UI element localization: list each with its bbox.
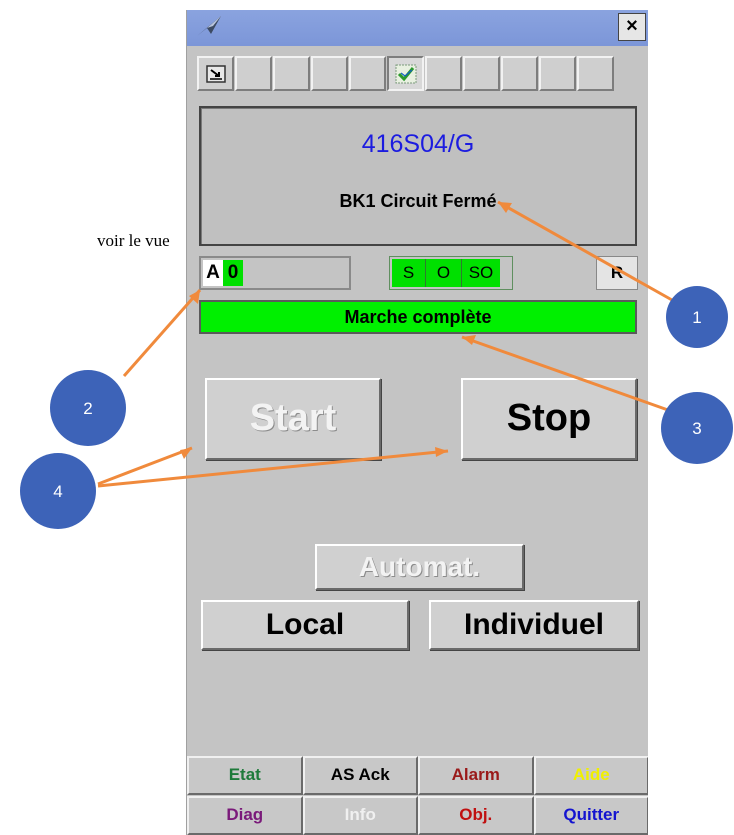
toolbar-button-5[interactable] (349, 56, 386, 91)
indicator-o: O (426, 259, 462, 287)
callout-circle-4 (20, 453, 96, 529)
document-text: voir le vue (97, 231, 170, 250)
toolbar-button-check[interactable] (387, 56, 424, 91)
reset-button[interactable]: R (596, 256, 638, 290)
toolbar-button-8[interactable] (463, 56, 500, 91)
indicator-so: SO (462, 259, 500, 287)
start-button[interactable]: Start (205, 378, 381, 460)
title-bar[interactable]: × (187, 10, 648, 46)
toolbar-button-11[interactable] (577, 56, 614, 91)
checkmark-icon (395, 64, 417, 84)
close-icon[interactable]: × (618, 13, 646, 41)
toolbar (197, 56, 646, 92)
toolbar-button-9[interactable] (501, 56, 538, 91)
bottom-button-grid: Etat AS Ack Alarm Aide Diag Info Obj. Qu… (187, 756, 648, 835)
callout-label-2: 2 (83, 399, 92, 418)
minimize-icon (206, 65, 226, 83)
callout-label-4: 4 (53, 482, 62, 501)
alarm-button[interactable]: Alarm (418, 756, 534, 795)
faceplate-window: × 416S04/G BK1 Circuit Fermé A 0 S O SO … (186, 10, 648, 835)
toolbar-button-3[interactable] (273, 56, 310, 91)
toolbar-button-7[interactable] (425, 56, 462, 91)
info-button[interactable]: Info (302, 795, 418, 835)
indicator-s: S (392, 259, 426, 287)
callout-arrow-4a (97, 446, 193, 486)
toolbar-button-10[interactable] (539, 56, 576, 91)
toolbar-button-minimize[interactable] (197, 56, 234, 91)
local-button[interactable]: Local (201, 600, 409, 650)
toolbar-button-4[interactable] (311, 56, 348, 91)
individuel-button[interactable]: Individuel (429, 600, 639, 650)
etat-button[interactable]: Etat (187, 756, 303, 795)
callout-circle-3 (661, 392, 733, 464)
toolbar-button-2[interactable] (235, 56, 272, 91)
callout-circle-2 (50, 370, 126, 446)
mode-letter: A (203, 260, 223, 286)
aide-button[interactable]: Aide (533, 756, 648, 795)
mode-value: 0 (223, 260, 243, 286)
callout-circle-1 (666, 286, 728, 348)
callout-label-1: 1 (692, 308, 701, 327)
callout-label-3: 3 (692, 419, 701, 438)
quitter-button[interactable]: Quitter (533, 795, 648, 835)
diag-button[interactable]: Diag (187, 795, 303, 835)
object-description: BK1 Circuit Fermé (339, 191, 497, 211)
stop-button[interactable]: Stop (461, 378, 637, 460)
obj-button[interactable]: Obj. (418, 795, 534, 835)
app-logo-icon (197, 16, 221, 36)
signal-indicators: S O SO (389, 256, 513, 290)
mode-indicator: A 0 (199, 256, 351, 290)
object-tag: 416S04/G (361, 130, 475, 158)
automat-button[interactable]: Automat. (315, 544, 524, 590)
as-ack-button[interactable]: AS Ack (302, 756, 418, 795)
status-bar: Marche complète (199, 300, 637, 334)
object-info-panel: 416S04/G BK1 Circuit Fermé (199, 106, 637, 246)
